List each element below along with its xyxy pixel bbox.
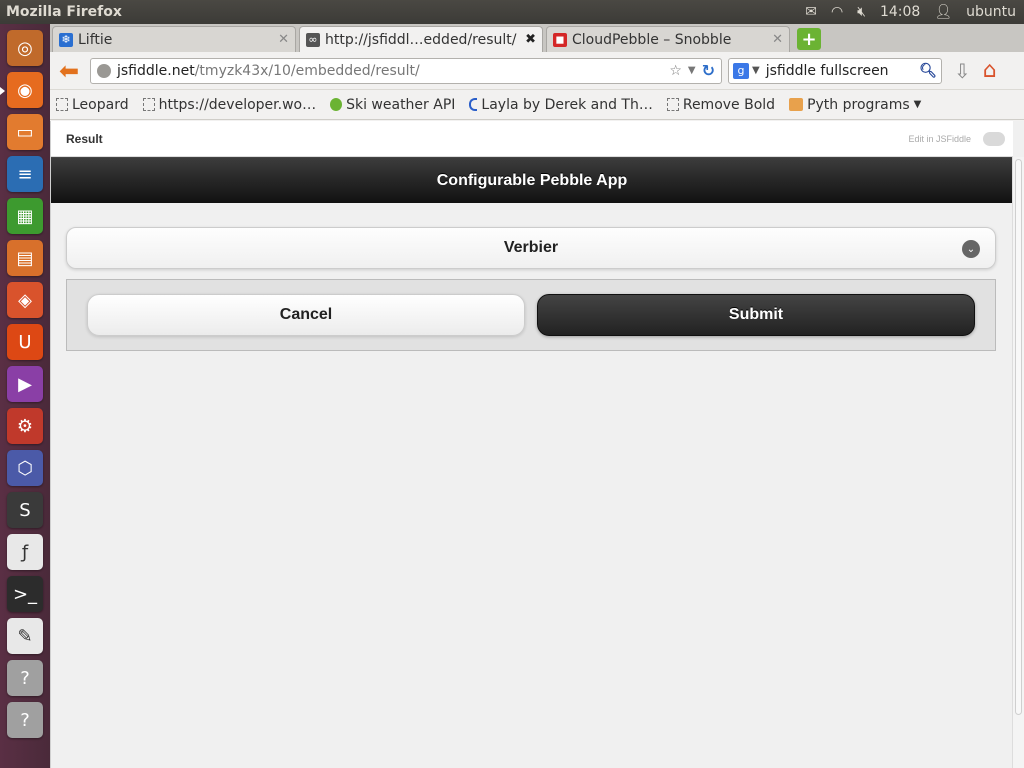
graph-app-icon[interactable]: ⬡ <box>7 450 43 486</box>
reload-icon[interactable]: ↻ <box>702 61 715 80</box>
app-header: Configurable Pebble App <box>51 157 1013 203</box>
system-settings-icon[interactable]: ⚙ <box>7 408 43 444</box>
bookmark-label: Pyth programs <box>807 96 910 113</box>
unknown-app-2-icon[interactable]: ? <box>7 702 43 738</box>
site-identity-icon[interactable] <box>97 63 111 78</box>
edit-in-jsfiddle-link[interactable]: Edit in JSFiddle <box>908 134 971 144</box>
result-header: Result Edit in JSFiddle <box>51 121 1013 157</box>
sublime-text-icon[interactable]: S <box>7 492 43 528</box>
result-label: Result <box>66 131 103 146</box>
cloudpebble-icon: ◼ <box>553 32 567 47</box>
top-panel: Mozilla Firefox ✉ ◠ 🔇︎ 14:08 👤︎ ubuntu <box>0 0 1024 24</box>
ubuntu-one-icon[interactable]: U <box>7 324 43 360</box>
clock[interactable]: 14:08 <box>880 4 920 20</box>
nav-bar: ⬅ jsfiddle.net/tmyzk43x/10/embedded/resu… <box>50 52 1024 90</box>
scrollbar-thumb[interactable] <box>1015 159 1022 715</box>
page-scrollbar[interactable] <box>1012 157 1024 768</box>
page-content: Result Edit in JSFiddle Configurable Peb… <box>50 121 1024 768</box>
google-icon[interactable]: g <box>733 62 749 79</box>
c-logo-icon <box>469 98 478 111</box>
jsfiddle-icon: ∞ <box>306 32 320 47</box>
bookmark-label: https://developer.wo… <box>158 96 317 113</box>
tab-liftie[interactable]: ❄ Liftie ✕ <box>52 26 296 52</box>
url-bar[interactable]: jsfiddle.net/tmyzk43x/10/embedded/result… <box>90 57 722 84</box>
search-engine-dropdown-icon[interactable]: ▼ <box>752 65 760 76</box>
cancel-button[interactable]: Cancel <box>87 294 525 336</box>
search-icon[interactable]: 🔍︎ <box>919 63 937 79</box>
chevron-down-icon: ▼ <box>913 99 922 110</box>
mail-icon[interactable]: ✉ <box>805 4 817 20</box>
volume-muted-icon[interactable]: 🔇︎ <box>857 4 866 20</box>
leaf-icon <box>330 98 343 111</box>
history-dropdown-icon[interactable]: ▼ <box>688 65 696 76</box>
unknown-app-icon[interactable]: ? <box>7 660 43 696</box>
submit-button[interactable]: Submit <box>537 294 975 336</box>
firefox-icon[interactable]: ◉ <box>0 72 43 108</box>
app-title: Configurable Pebble App <box>436 171 628 189</box>
bookmarks-bar: Leopard https://developer.wo… Ski weathe… <box>50 90 1024 120</box>
bookmark-label: Ski weather API <box>346 96 456 113</box>
bookmark-layla[interactable]: Layla by Derek and Th… <box>469 96 653 113</box>
resort-selected-value: Verbier <box>503 239 559 256</box>
video-editor-icon[interactable]: ▶ <box>7 366 43 402</box>
bookmark-remove-bold[interactable]: Remove Bold <box>666 96 776 113</box>
bookmark-leopard[interactable]: Leopard <box>56 97 129 113</box>
page-icon <box>142 98 155 111</box>
tab-title: CloudPebble – Snobble <box>572 31 732 48</box>
folder-icon <box>789 98 804 111</box>
bookmark-label: Remove Bold <box>682 96 776 113</box>
resort-select[interactable]: Verbier ⌄ <box>66 227 996 269</box>
page-icon <box>666 98 679 111</box>
wifi-icon[interactable]: ◠ <box>831 4 843 20</box>
url-path: /tmyzk43x/10/embedded/result/ <box>194 62 420 79</box>
search-input[interactable]: jsfiddle fullscreen <box>766 63 920 79</box>
page-icon <box>56 98 68 111</box>
user-name[interactable]: ubuntu <box>966 4 1016 20</box>
back-button[interactable]: ⬅ <box>54 56 84 86</box>
chevron-down-icon: ⌄ <box>962 240 980 258</box>
bookmark-developer[interactable]: https://developer.wo… <box>142 96 317 113</box>
downloads-button[interactable]: ⇩ <box>954 59 971 83</box>
bookmark-star-icon[interactable]: ☆ <box>669 63 682 79</box>
tab-jsfiddle[interactable]: ∞ http://jsfiddl…edded/result/ ✖ <box>299 26 543 52</box>
launcher: ◎ ◉ ▭ ≡ ▦ ▤ ◈ U ▶ ⚙ ⬡ Sƒ >_ ✎?? <box>0 24 50 768</box>
url-tools: ☆ ▼ ↻ <box>669 61 715 80</box>
writer-icon[interactable]: ≡ <box>7 156 43 192</box>
font-viewer-icon[interactable]: ƒ <box>7 534 43 570</box>
close-icon[interactable]: ✕ <box>278 32 289 47</box>
tab-title: Liftie <box>78 31 113 48</box>
software-center-icon[interactable]: ◈ <box>7 282 43 318</box>
dash-home-icon[interactable]: ◎ <box>7 30 43 66</box>
new-tab-button[interactable]: + <box>797 28 821 50</box>
calc-icon[interactable]: ▦ <box>7 198 43 234</box>
terminal-icon[interactable]: >_ <box>7 576 43 612</box>
cloud-icon[interactable] <box>983 131 1005 146</box>
tab-cloudpebble[interactable]: ◼ CloudPebble – Snobble ✕ <box>546 26 790 52</box>
panel-indicators: ✉ ◠ 🔇︎ 14:08 👤︎ ubuntu <box>805 4 1024 20</box>
bookmark-label: Leopard <box>72 96 129 113</box>
bookmark-label: Layla by Derek and Th… <box>481 96 653 113</box>
home-button[interactable]: ⌂ <box>983 58 997 83</box>
bookmark-folder-pyth[interactable]: Pyth programs ▼ <box>789 97 921 113</box>
files-icon[interactable]: ▭ <box>7 114 43 150</box>
impress-icon[interactable]: ▤ <box>7 240 43 276</box>
text-editor-icon[interactable]: ✎ <box>7 618 43 654</box>
close-icon[interactable]: ✕ <box>772 32 783 47</box>
search-bar[interactable]: g ▼ jsfiddle fullscreen 🔍︎ <box>728 57 942 84</box>
url-domain: jsfiddle.net <box>117 62 195 79</box>
running-indicator <box>0 87 5 95</box>
bookmark-ski-weather[interactable]: Ski weather API <box>330 97 455 113</box>
tab-title: http://jsfiddl…edded/result/ <box>325 31 517 48</box>
close-icon[interactable]: ✖ <box>525 32 536 47</box>
tab-strip: ❄ Liftie ✕ ∞ http://jsfiddl…edded/result… <box>50 24 1024 52</box>
snowflake-icon: ❄ <box>59 32 73 47</box>
window-title: Mozilla Firefox <box>6 4 122 20</box>
user-icon[interactable]: 👤︎ <box>934 4 952 20</box>
button-bar: Cancel Submit <box>66 279 996 351</box>
